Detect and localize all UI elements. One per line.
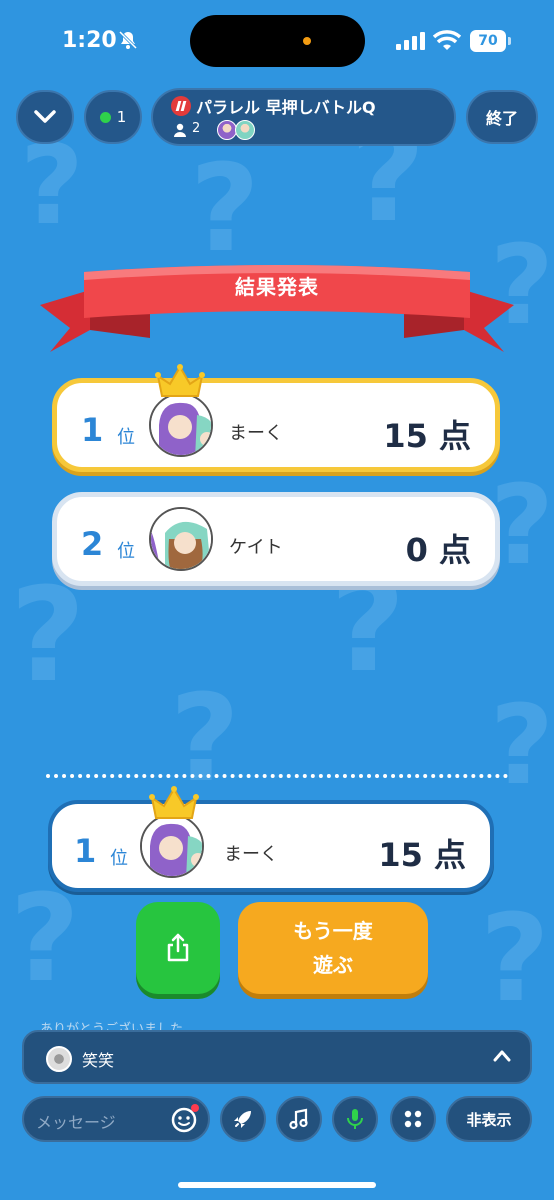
member-count: 2	[192, 121, 201, 136]
chevron-up-icon[interactable]	[492, 1046, 512, 1066]
music-note-icon	[289, 1108, 308, 1130]
bell-muted-icon	[118, 30, 138, 50]
microphone-button[interactable]	[332, 1096, 378, 1142]
section-divider	[46, 774, 508, 778]
menu-button[interactable]	[390, 1096, 436, 1142]
chat-user-avatar	[46, 1046, 72, 1072]
chat-panel[interactable]: 笑笑	[22, 1030, 532, 1084]
home-indicator	[178, 1182, 376, 1188]
player-avatar	[149, 393, 213, 457]
battery-indicator: 70	[470, 30, 511, 52]
rank-card-1: 1 位 まーく 15 点	[52, 378, 500, 472]
status-time: 1:20	[62, 28, 117, 53]
room-info-button[interactable]: パラレル 早押しバトルQ 2	[151, 88, 456, 146]
player-name: まーく	[224, 844, 278, 865]
message-placeholder: メッセージ	[36, 1113, 116, 1132]
player-avatar	[149, 507, 213, 571]
signal-icon	[396, 32, 425, 50]
player-name: まーく	[229, 423, 283, 444]
share-button[interactable]	[136, 902, 220, 994]
rank-number: 2	[81, 525, 104, 563]
rank-number: 1	[81, 411, 104, 449]
message-input[interactable]: メッセージ	[22, 1096, 210, 1142]
room-title: パラレル 早押しバトルQ	[196, 98, 376, 117]
play-again-button[interactable]: もう一度 遊ぶ	[238, 902, 428, 994]
play-again-label-line1: もう一度	[293, 919, 373, 943]
rank-card-2: 2 位 ケイト 0 点	[52, 492, 500, 586]
rank-suffix: 位	[117, 541, 135, 562]
player-score: 15 点	[378, 836, 466, 874]
music-button[interactable]	[276, 1096, 322, 1142]
end-button[interactable]: 終了	[466, 90, 538, 144]
online-status-dot	[99, 111, 111, 123]
dynamic-island	[190, 15, 365, 67]
collapse-button[interactable]	[16, 90, 74, 144]
player-score: 15 点	[383, 417, 471, 455]
crown-icon	[149, 786, 199, 819]
results-title: 結果発表	[235, 275, 319, 299]
online-count: 1	[116, 108, 127, 126]
player-score: 0 点	[405, 531, 471, 569]
recording-indicator	[303, 37, 311, 45]
hide-button[interactable]: 非表示	[446, 1096, 532, 1142]
wifi-icon	[433, 30, 461, 50]
rocket-icon	[234, 1111, 251, 1128]
microphone-icon	[347, 1109, 363, 1129]
rank-number: 1	[74, 832, 97, 870]
my-result-card: 1 位 まーく 15 点	[48, 800, 494, 892]
chat-latest-message: 笑笑	[82, 1051, 115, 1070]
member-avatar	[235, 120, 255, 140]
player-avatar	[140, 814, 204, 878]
player-name: ケイト	[229, 537, 283, 558]
crown-icon	[155, 364, 205, 397]
person-icon	[174, 123, 186, 137]
share-icon	[167, 933, 189, 962]
notification-dot	[191, 1104, 199, 1112]
rank-suffix: 位	[117, 427, 135, 448]
rank-suffix: 位	[110, 848, 128, 869]
member-avatar	[217, 120, 237, 140]
game-logo-icon	[171, 96, 191, 116]
rocket-button[interactable]	[220, 1096, 266, 1142]
status-bar: 1:20 70	[0, 0, 554, 80]
grid-dots-icon	[404, 1110, 422, 1128]
play-again-label-line2: 遊ぶ	[313, 953, 353, 977]
online-users-button[interactable]: 1	[84, 90, 142, 144]
chevron-down-icon	[34, 110, 56, 123]
